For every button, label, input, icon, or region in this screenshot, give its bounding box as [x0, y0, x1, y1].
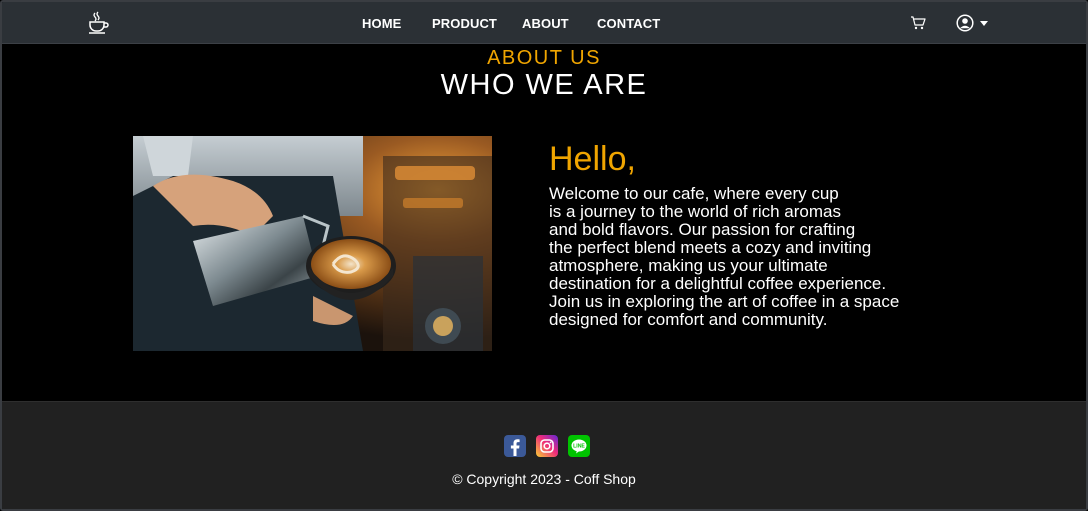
nav-about[interactable]: ABOUT: [522, 16, 569, 31]
footer: LINE © Copyright 2023 - Coff Shop: [2, 401, 1086, 509]
facebook-icon[interactable]: [504, 435, 526, 457]
hello-heading: Hello,: [549, 140, 636, 178]
chevron-down-icon: [980, 20, 988, 26]
about-line: atmosphere, making us your ultimate: [549, 256, 828, 275]
barista-latte-photo: [133, 136, 492, 351]
nav-home[interactable]: HOME: [362, 16, 401, 31]
section-eyebrow: ABOUT US: [487, 47, 601, 69]
about-line: designed for comfort and community.: [549, 310, 828, 329]
coffee-cup-logo-icon[interactable]: [86, 11, 110, 35]
navbar: HOME PRODUCT ABOUT CONTACT: [2, 2, 1086, 44]
section-headline: WHO WE ARE: [440, 69, 648, 101]
about-line: is a journey to the world of rich aromas: [549, 202, 841, 221]
about-line: Join us in exploring the art of coffee i…: [549, 292, 900, 311]
line-icon[interactable]: LINE: [568, 435, 590, 457]
about-line: destination for a delightful coffee expe…: [549, 274, 887, 293]
copyright-text: © Copyright 2023 - Coff Shop: [452, 471, 636, 487]
social-links: LINE: [504, 435, 590, 457]
about-description: Welcome to our cafe, where every cup is …: [549, 185, 939, 329]
about-line: Welcome to our cafe, where every cup: [549, 184, 839, 203]
user-avatar-icon: [956, 14, 974, 32]
svg-text:LINE: LINE: [573, 444, 585, 450]
nav-product[interactable]: PRODUCT: [432, 16, 497, 31]
about-line: and bold flavors. Our passion for crafti…: [549, 220, 856, 239]
cart-icon[interactable]: [910, 15, 926, 31]
instagram-icon[interactable]: [536, 435, 558, 457]
user-menu-toggle[interactable]: [956, 13, 996, 33]
page-frame: HOME PRODUCT ABOUT CONTACT ABOUT US WHO …: [0, 0, 1088, 511]
nav-contact[interactable]: CONTACT: [597, 16, 660, 31]
about-line: the perfect blend meets a cozy and invit…: [549, 238, 872, 257]
